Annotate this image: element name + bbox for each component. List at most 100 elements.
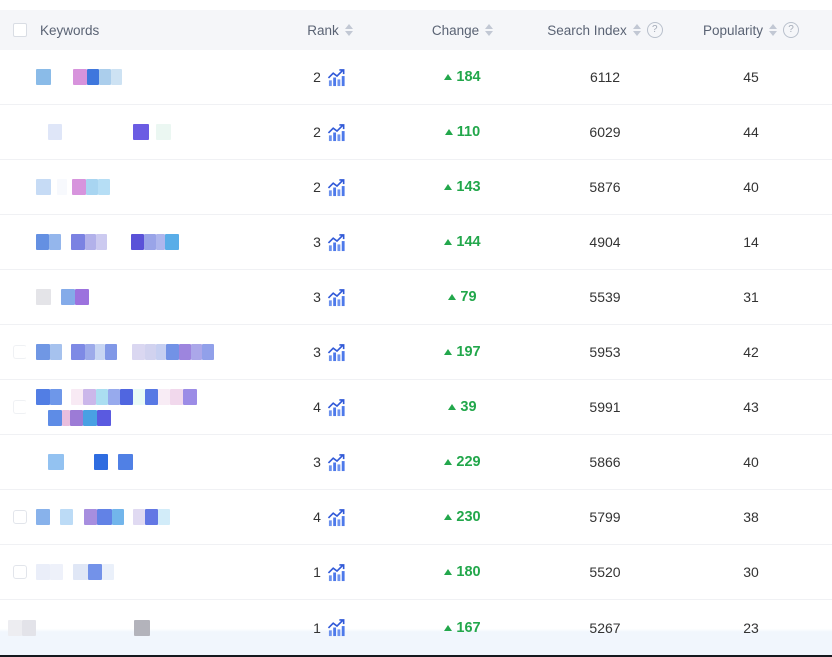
table-row[interactable]: 3 79 5539 31 [0,270,832,325]
keyword-pixel-block [83,389,96,405]
keyword-pixel-block [183,389,197,405]
search-index-value: 6112 [540,69,670,85]
popularity-value: 42 [670,344,832,360]
table-row[interactable]: 2 184 6112 45 [0,50,832,105]
keyword-pixelated [36,620,150,636]
trend-chart-icon[interactable] [327,68,347,87]
keyword-pixel-block [133,389,145,405]
rank-value: 4 [313,509,321,525]
keyword-pixel-block [102,564,114,580]
keyword-pixel-block [61,289,75,305]
keyword-pixel-block [105,344,117,360]
popularity-value: 31 [670,289,832,305]
keyword-pixel-block [85,234,96,250]
up-arrow-icon [448,404,456,410]
row-checkbox[interactable] [13,400,27,414]
change-value: 110 [457,124,480,140]
table-row[interactable]: 2 143 5876 40 [0,160,832,215]
keyword-pixel-block [8,620,22,636]
search-index-value: 5953 [540,344,670,360]
keyword-pixel-block [86,179,98,195]
row-checkbox[interactable] [13,510,27,524]
rank-cell: 1 [275,563,385,582]
column-header-rank[interactable]: Rank [275,23,385,38]
row-checkbox-cell [0,565,36,579]
keyword-pixel-block [87,69,99,85]
trend-chart-icon[interactable] [327,233,347,252]
keyword-pixel-block [156,124,171,140]
rank-cell: 2 [275,178,385,197]
help-icon[interactable]: ? [647,22,663,38]
search-index-value: 6029 [540,124,670,140]
help-icon[interactable]: ? [783,22,799,38]
keyword-pixel-block [36,389,50,405]
keyword-pixel-block [96,389,108,405]
keyword-pixel-block [134,620,150,636]
table-row[interactable]: 1 167 5267 23 [0,600,832,655]
trend-chart-icon[interactable] [327,343,347,362]
sort-icon[interactable] [345,24,353,36]
keyword-pixel-block [158,509,170,525]
keyword-pixelated [36,289,89,305]
sort-icon[interactable] [633,24,641,36]
trend-chart-icon[interactable] [327,178,347,197]
keyword-pixel-block [97,509,112,525]
column-header-change[interactable]: Change [385,23,540,38]
trend-chart-icon[interactable] [327,563,347,582]
change-value: 39 [460,399,476,415]
keyword-pixelated [36,509,170,525]
rank-cell: 3 [275,453,385,472]
keyword-pixelated [36,389,197,426]
trend-chart-icon[interactable] [327,618,347,637]
keyword-pixel-block [145,389,158,405]
row-checkbox-cell [0,510,36,524]
search-index-value: 5539 [540,289,670,305]
sort-icon[interactable] [769,24,777,36]
popularity-value: 40 [670,454,832,470]
row-checkbox-cell [0,235,36,249]
change-value: 144 [456,234,480,250]
table-row[interactable]: 2 110 6029 44 [0,105,832,160]
row-checkbox-cell [0,455,36,469]
keyword-pixel-block [73,564,88,580]
keyword-pixel-block [73,69,87,85]
rank-value: 2 [313,124,321,140]
keyword-pixel-block [50,344,62,360]
keyword-pixel-block [50,389,62,405]
select-all-checkbox[interactable] [13,23,27,37]
table-row[interactable]: 3 229 5866 40 [0,435,832,490]
popularity-value: 14 [670,234,832,250]
column-header-search-index[interactable]: Search Index ? [540,22,670,38]
up-arrow-icon [448,294,456,300]
table-row[interactable]: 1 180 5520 30 [0,545,832,600]
change-cell: 143 [385,179,540,195]
rank-cell: 3 [275,288,385,307]
keyword-pixelated [36,69,122,85]
trend-chart-icon[interactable] [327,398,347,417]
keyword-pixel-block [36,344,50,360]
keyword-pixel-block [131,234,144,250]
trend-chart-icon[interactable] [327,453,347,472]
keyword-pixel-block [84,509,97,525]
keyword-pixel-block [48,454,64,470]
keyword-pixel-block [48,124,62,140]
change-value: 79 [460,289,476,305]
rank-value: 3 [313,344,321,360]
change-value: 197 [456,344,480,360]
table-row[interactable]: 3 197 5953 42 [0,325,832,380]
trend-chart-icon[interactable] [327,288,347,307]
table-row[interactable]: 3 144 4904 14 [0,215,832,270]
keyword-pixel-block [166,344,179,360]
row-checkbox[interactable] [13,565,27,579]
table-row[interactable]: 4 39 5991 43 [0,380,832,435]
keyword-pixel-block [118,454,133,470]
row-checkbox[interactable] [13,345,27,359]
change-cell: 230 [385,509,540,525]
column-header-popularity[interactable]: Popularity ? [670,22,832,38]
sort-icon[interactable] [485,24,493,36]
trend-chart-icon[interactable] [327,508,347,527]
keyword-pixel-block [95,344,105,360]
trend-chart-icon[interactable] [327,123,347,142]
table-row[interactable]: 4 230 5799 38 [0,490,832,545]
search-index-value: 5866 [540,454,670,470]
